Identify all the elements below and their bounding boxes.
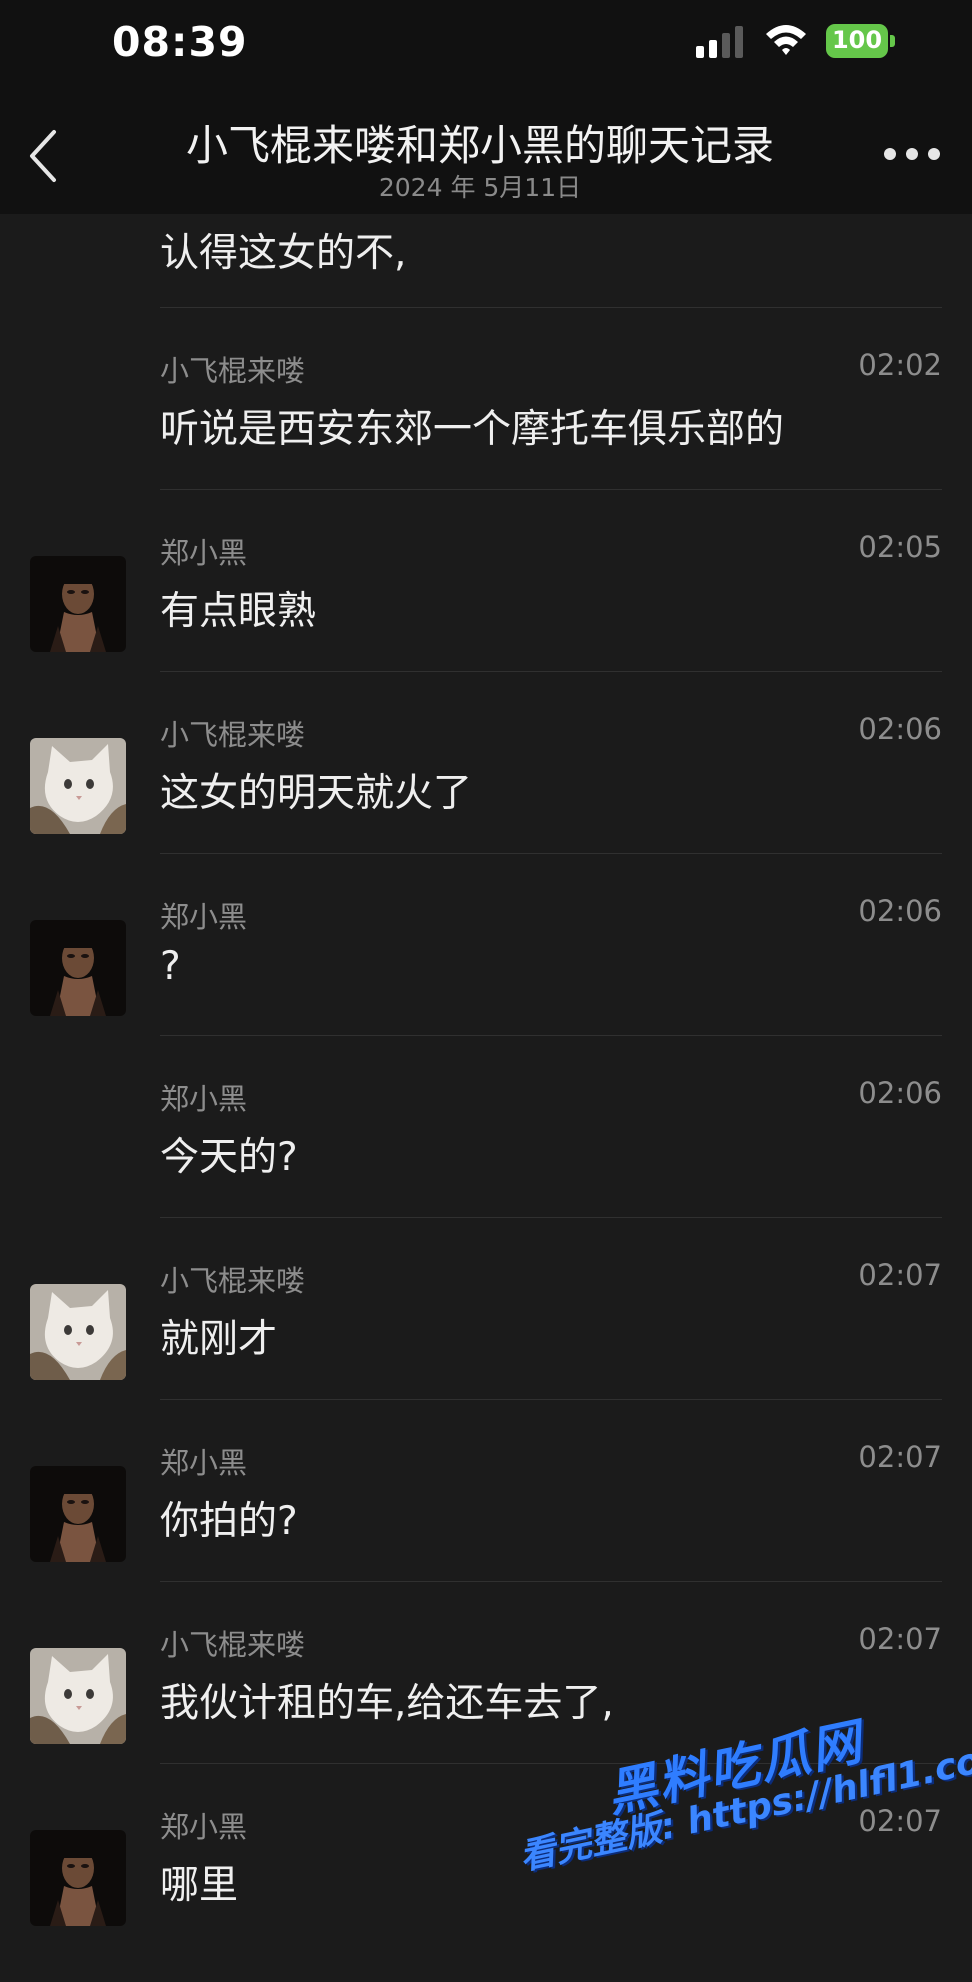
message-time: 02:06 (858, 894, 942, 928)
sender-name: 郑小黑 (160, 1082, 248, 1116)
battery-percent: 100 (831, 26, 883, 54)
sender-name: 小飞棍来喽 (160, 718, 306, 752)
message-divider (160, 489, 942, 490)
wifi-icon (766, 25, 806, 55)
sender-name: 小飞棍来喽 (160, 1264, 306, 1298)
partial-message-text: 认得这女的不, (160, 231, 407, 276)
message-text: 你拍的? (160, 1499, 298, 1544)
message-divider (160, 1399, 942, 1400)
sender-avatar[interactable] (30, 738, 126, 834)
more-dot (928, 148, 940, 160)
chat-message-row[interactable]: 郑小黑 02:06 今天的? (0, 1072, 972, 1254)
sender-name: 小飞棍来喽 (160, 1628, 306, 1662)
back-chevron-icon[interactable] (24, 128, 64, 184)
message-time: 02:06 (858, 1076, 942, 1110)
message-time: 02:02 (858, 348, 942, 382)
chat-message-row[interactable]: 郑小黑 02:06? (0, 890, 972, 1072)
message-divider (160, 1581, 942, 1582)
message-text: 有点眼熟 (160, 589, 317, 634)
chat-history-header: 小飞棍来喽和郑小黑的聊天记录 2024 年 5月11日 (0, 90, 972, 214)
message-time: 02:06 (858, 712, 942, 746)
white-cat-avatar-image (30, 1284, 126, 1380)
chat-message-row[interactable]: 小飞棍来喽 02:02 听说是西安东郊一个摩托车俱乐部的 (0, 344, 972, 526)
status-time: 08:39 (112, 18, 248, 66)
battery-icon: 100 (826, 24, 896, 58)
chat-message-row[interactable]: 郑小黑 02:05 有点眼熟 (0, 526, 972, 708)
chat-message-row[interactable]: 小飞棍来喽 02:07 就刚才 (0, 1254, 972, 1436)
more-dot (906, 148, 918, 160)
message-time: 02:07 (858, 1622, 942, 1656)
message-text: 这女的明天就火了 (160, 771, 473, 816)
message-time: 02:07 (858, 1440, 942, 1474)
chat-message-row[interactable]: 郑小黑 02:07 哪里 (0, 1800, 972, 1982)
sender-avatar[interactable] (30, 1466, 126, 1562)
message-text: 哪里 (160, 1863, 239, 1908)
chat-date: 2024 年 5月11日 (378, 173, 582, 202)
message-divider (160, 1217, 942, 1218)
more-dot (884, 148, 896, 160)
message-text: ? (160, 944, 181, 989)
sender-avatar[interactable] (30, 556, 126, 652)
message-text: 就刚才 (160, 1317, 278, 1362)
message-divider (160, 307, 942, 308)
white-cat-avatar-image (30, 738, 126, 834)
sender-avatar[interactable] (30, 1284, 126, 1380)
status-bar: 08:39 100 (0, 0, 972, 90)
sender-name: 小飞棍来喽 (160, 354, 306, 388)
chat-message-row[interactable]: 小飞棍来喽 02:06 这女的明天就火了 (0, 708, 972, 890)
dark-figure-avatar-image (30, 920, 126, 1016)
message-text: 今天的? (160, 1135, 298, 1180)
message-text: 我伙计租的车,给还车去了, (160, 1681, 614, 1726)
white-cat-avatar-image (30, 1648, 126, 1744)
message-text: 听说是西安东郊一个摩托车俱乐部的 (160, 407, 785, 452)
battery-nub (890, 35, 895, 47)
sender-name: 郑小黑 (160, 1810, 248, 1844)
sender-avatar[interactable] (30, 1648, 126, 1744)
page-title: 小飞棍来喽和郑小黑的聊天记录 (185, 121, 774, 170)
more-options-icon[interactable] (884, 148, 940, 164)
sender-avatar[interactable] (30, 920, 126, 1016)
message-divider (160, 853, 942, 854)
sender-name: 郑小黑 (160, 1446, 248, 1480)
dark-figure-avatar-image (30, 1466, 126, 1562)
sender-name: 郑小黑 (160, 900, 248, 934)
cellular-signal-icon (696, 26, 743, 58)
sender-name: 郑小黑 (160, 536, 248, 570)
message-time: 02:05 (858, 530, 942, 564)
message-divider (160, 671, 942, 672)
chat-message-row[interactable]: 郑小黑 02:07 你拍的? (0, 1436, 972, 1618)
message-time: 02:07 (858, 1804, 942, 1838)
dark-figure-avatar-image (30, 556, 126, 652)
message-time: 02:07 (858, 1258, 942, 1292)
message-divider (160, 1035, 942, 1036)
